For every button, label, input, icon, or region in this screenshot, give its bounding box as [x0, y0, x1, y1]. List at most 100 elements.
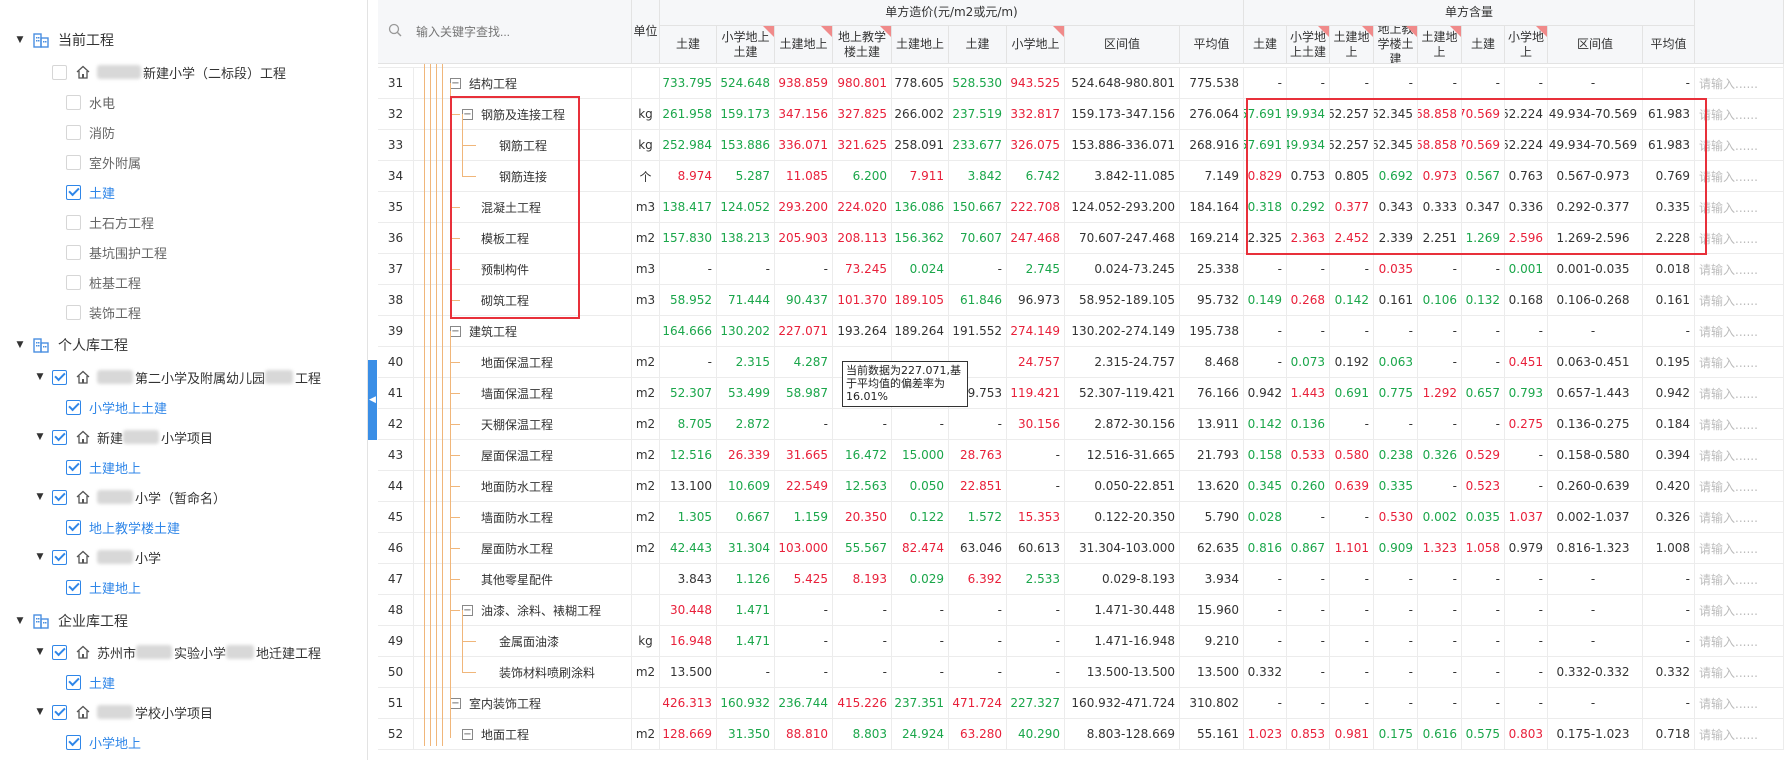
tree-child-item[interactable]: 室外附属 [66, 147, 141, 177]
item-checkbox[interactable] [66, 274, 81, 290]
remark-input-cell[interactable]: 请输入...... [1695, 316, 1784, 347]
personal-project-row[interactable]: ▼ 小学（暂命名） [34, 482, 226, 512]
tree-child-item[interactable]: 土石方工程 [66, 207, 154, 237]
row-name-cell[interactable]: − 结构工程 [414, 68, 632, 99]
search-box[interactable] [378, 0, 632, 64]
row-name-cell[interactable]: 屋面防水工程 [414, 533, 632, 564]
item-checkbox[interactable] [66, 244, 81, 260]
remark-input-cell[interactable]: 请输入...... [1695, 409, 1784, 440]
personal-project-row[interactable]: ▼ 小学 [34, 542, 161, 572]
project-checkbox[interactable] [52, 64, 67, 80]
row-name-cell[interactable]: 地面防水工程 [414, 471, 632, 502]
remark-input-cell[interactable]: 请输入...... [1695, 688, 1784, 719]
remark-input-cell[interactable]: 请输入...... [1695, 68, 1784, 99]
row-name-cell[interactable]: − 地面工程 [414, 719, 632, 750]
expand-toggle-icon[interactable]: ▼ [34, 646, 46, 658]
remark-input-cell[interactable]: 请输入...... [1695, 254, 1784, 285]
remark-input-cell[interactable]: 请输入...... [1695, 502, 1784, 533]
remark-input-cell[interactable]: 请输入...... [1695, 192, 1784, 223]
remark-input-cell[interactable]: 请输入...... [1695, 285, 1784, 316]
enterprise-project-row[interactable]: ▼ 学校小学项目 [34, 697, 213, 727]
remark-input-cell[interactable]: 请输入...... [1695, 130, 1784, 161]
current-project-row[interactable]: 新建小学（二标段）工程 [34, 57, 286, 87]
row-name-cell[interactable]: − 油漆、涂料、裱糊工程 [414, 595, 632, 626]
tree-child-item[interactable]: 装饰工程 [66, 297, 141, 327]
remark-input-cell[interactable]: 请输入...... [1695, 223, 1784, 254]
item-checkbox[interactable] [66, 519, 81, 535]
row-name-cell[interactable]: 装饰材料喷刷涂料 [414, 657, 632, 688]
personal-project-row[interactable]: ▼ 新建 小学项目 [34, 422, 213, 452]
remark-input-cell[interactable]: 请输入...... [1695, 533, 1784, 564]
project-checkbox[interactable] [52, 369, 67, 385]
expand-toggle-icon[interactable]: ▼ [34, 491, 46, 503]
item-checkbox[interactable] [66, 674, 81, 690]
enterprise-project-row[interactable]: ▼ 苏州市 实验小学 地迁建工程 [34, 637, 321, 667]
expand-toggle-icon[interactable]: ▼ [34, 551, 46, 563]
collapse-node-icon[interactable]: − [462, 604, 473, 616]
tree-group[interactable]: ▼ 当前工程 [14, 25, 114, 55]
remark-input-cell[interactable]: 请输入...... [1695, 657, 1784, 688]
expand-toggle-icon[interactable]: ▼ [34, 371, 46, 383]
row-name-cell[interactable]: 地面保温工程 [414, 347, 632, 378]
expand-toggle-icon[interactable]: ▼ [34, 431, 46, 443]
remark-input-cell[interactable]: 请输入...... [1695, 719, 1784, 750]
tree-child-item[interactable]: 小学地上土建 [66, 392, 167, 422]
remark-input-cell[interactable]: 请输入...... [1695, 595, 1784, 626]
collapse-node-icon[interactable]: − [450, 77, 461, 89]
row-name-cell[interactable]: 天棚保温工程 [414, 409, 632, 440]
item-checkbox[interactable] [66, 579, 81, 595]
row-name-cell[interactable]: − 建筑工程 [414, 316, 632, 347]
tree-child-item[interactable]: 土建 [66, 667, 115, 697]
tree-child-item[interactable]: 地上教学楼土建 [66, 512, 180, 542]
collapse-node-icon[interactable]: − [462, 728, 473, 740]
project-checkbox[interactable] [52, 704, 67, 720]
item-checkbox[interactable] [66, 94, 81, 110]
item-checkbox[interactable] [66, 399, 81, 415]
tree-guide-line [450, 703, 451, 738]
item-checkbox[interactable] [66, 734, 81, 750]
collapse-node-icon[interactable]: − [450, 697, 461, 709]
item-checkbox[interactable] [66, 214, 81, 230]
remark-input-cell[interactable]: 请输入...... [1695, 440, 1784, 471]
expand-toggle-icon[interactable]: ▼ [34, 706, 46, 718]
search-input[interactable] [416, 24, 616, 39]
row-name-cell[interactable]: 屋面保温工程 [414, 440, 632, 471]
remark-input-cell[interactable]: 请输入...... [1695, 378, 1784, 409]
tree-group[interactable]: ▼ 企业库工程 [14, 606, 128, 636]
project-checkbox[interactable] [52, 489, 67, 505]
item-checkbox[interactable] [66, 124, 81, 140]
expand-toggle-icon[interactable]: ▼ [14, 34, 26, 46]
row-name-cell[interactable]: 其他零星配件 [414, 564, 632, 595]
item-checkbox[interactable] [66, 459, 81, 475]
remark-input-cell[interactable]: 请输入...... [1695, 626, 1784, 657]
tree-child-item[interactable]: 小学地上 [66, 727, 141, 757]
collapse-panel-handle[interactable]: ◀ [368, 360, 377, 440]
row-name-cell[interactable]: 墙面保温工程 [414, 378, 632, 409]
expand-toggle-icon[interactable]: ▼ [14, 615, 26, 627]
project-checkbox[interactable] [52, 429, 67, 445]
tree-group[interactable]: ▼ 个人库工程 [14, 330, 128, 360]
tree-child-item[interactable]: 基坑围护工程 [66, 237, 167, 267]
row-name-cell[interactable]: 金属面油漆 [414, 626, 632, 657]
expand-toggle-icon[interactable]: ▼ [14, 339, 26, 351]
row-name-cell[interactable]: − 室内装饰工程 [414, 688, 632, 719]
tree-child-item[interactable]: 消防 [66, 117, 115, 147]
tree-child-item[interactable]: 桩基工程 [66, 267, 141, 297]
remark-input-cell[interactable]: 请输入...... [1695, 564, 1784, 595]
project-checkbox[interactable] [52, 644, 67, 660]
item-checkbox[interactable] [66, 154, 81, 170]
project-checkbox[interactable] [52, 549, 67, 565]
remark-input-cell[interactable]: 请输入...... [1695, 161, 1784, 192]
collapse-node-icon[interactable]: − [450, 325, 461, 337]
item-checkbox[interactable] [66, 184, 81, 200]
tree-child-item[interactable]: 土建地上 [66, 572, 141, 602]
remark-input-cell[interactable]: 请输入...... [1695, 99, 1784, 130]
tree-child-item[interactable]: 水电 [66, 87, 115, 117]
remark-input-cell[interactable]: 请输入...... [1695, 347, 1784, 378]
tree-child-item[interactable]: 土建地上 [66, 452, 141, 482]
personal-project-row[interactable]: ▼ 第二小学及附属幼儿园 工程 [34, 362, 321, 392]
remark-input-cell[interactable]: 请输入...... [1695, 471, 1784, 502]
item-checkbox[interactable] [66, 304, 81, 320]
tree-child-item[interactable]: 土建 [66, 177, 115, 207]
row-name-cell[interactable]: 墙面防水工程 [414, 502, 632, 533]
